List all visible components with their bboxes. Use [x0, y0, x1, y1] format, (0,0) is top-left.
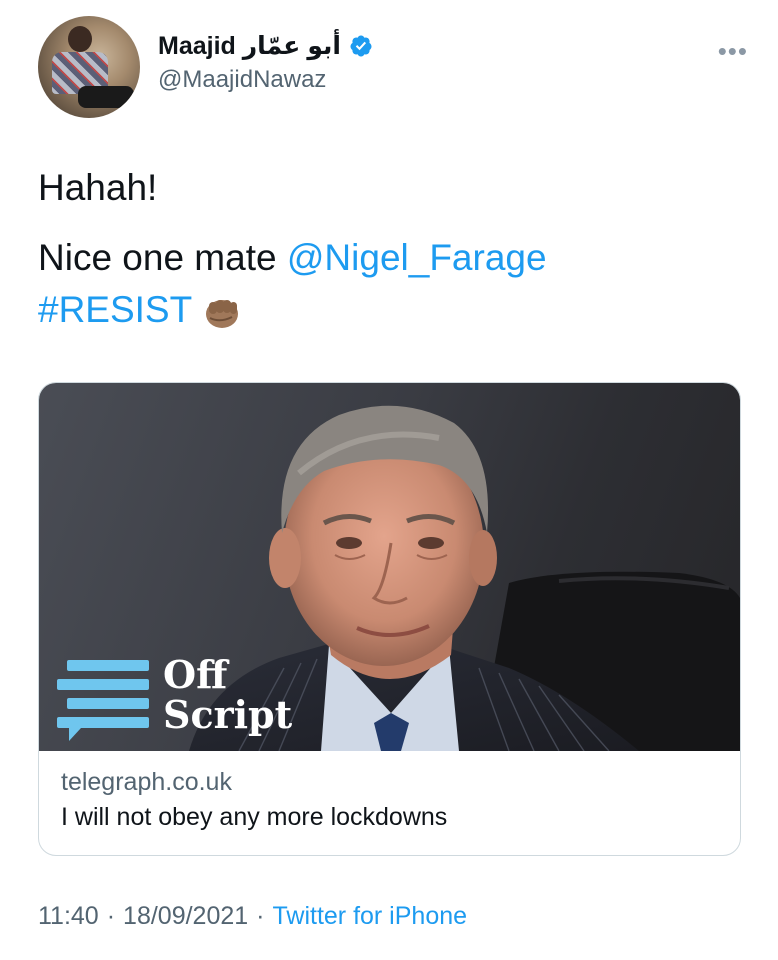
tweet-footer: 11:40 · 18/09/2021 · Twitter for iPhone [38, 902, 467, 931]
fist-icon [206, 300, 239, 329]
more-dots-icon[interactable]: ••• [718, 36, 748, 67]
tweet-line-2-text: Nice one mate [38, 237, 287, 278]
card-image[interactable]: Off Script [39, 383, 740, 751]
author-names: Maajid أبو عمّار @MaajidNawaz [158, 30, 373, 96]
separator-1: · [106, 902, 116, 930]
card-domain: telegraph.co.uk [61, 768, 232, 796]
separator-2: · [256, 902, 265, 930]
tweet-source[interactable]: Twitter for iPhone [273, 902, 468, 930]
mention-link[interactable]: @Nigel_Farage [287, 237, 547, 278]
avatar[interactable] [38, 16, 140, 118]
hashtag-link[interactable]: #RESIST [38, 289, 192, 330]
logo-word-script: Script [163, 692, 293, 737]
tweet-time[interactable]: 11:40 [38, 902, 99, 930]
tweet-line-3: #RESIST [38, 284, 547, 336]
display-name-row[interactable]: Maajid أبو عمّار [158, 30, 373, 62]
display-name[interactable]: Maajid أبو عمّار [158, 30, 341, 62]
logo-word-off: Off [163, 652, 230, 697]
tweet-text: Hahah! Nice one mate @Nigel_Farage #RESI… [38, 162, 547, 336]
tweet-line-2: Nice one mate @Nigel_Farage [38, 232, 547, 284]
verified-badge-icon [350, 35, 372, 57]
tweet-line-1: Hahah! [38, 167, 158, 208]
card-meta: telegraph.co.uk I will not obey any more… [61, 765, 447, 835]
tweet-date[interactable]: 18/09/2021 [123, 902, 248, 930]
link-card[interactable]: Off Script telegraph.co.uk I will not ob… [38, 382, 741, 856]
logo-text-layer: Off Script [163, 652, 293, 737]
tweet-header: Maajid أبو عمّار @MaajidNawaz ••• [38, 16, 748, 120]
card-title[interactable]: I will not obey any more lockdowns [61, 799, 447, 835]
handle[interactable]: @MaajidNawaz [158, 64, 373, 96]
